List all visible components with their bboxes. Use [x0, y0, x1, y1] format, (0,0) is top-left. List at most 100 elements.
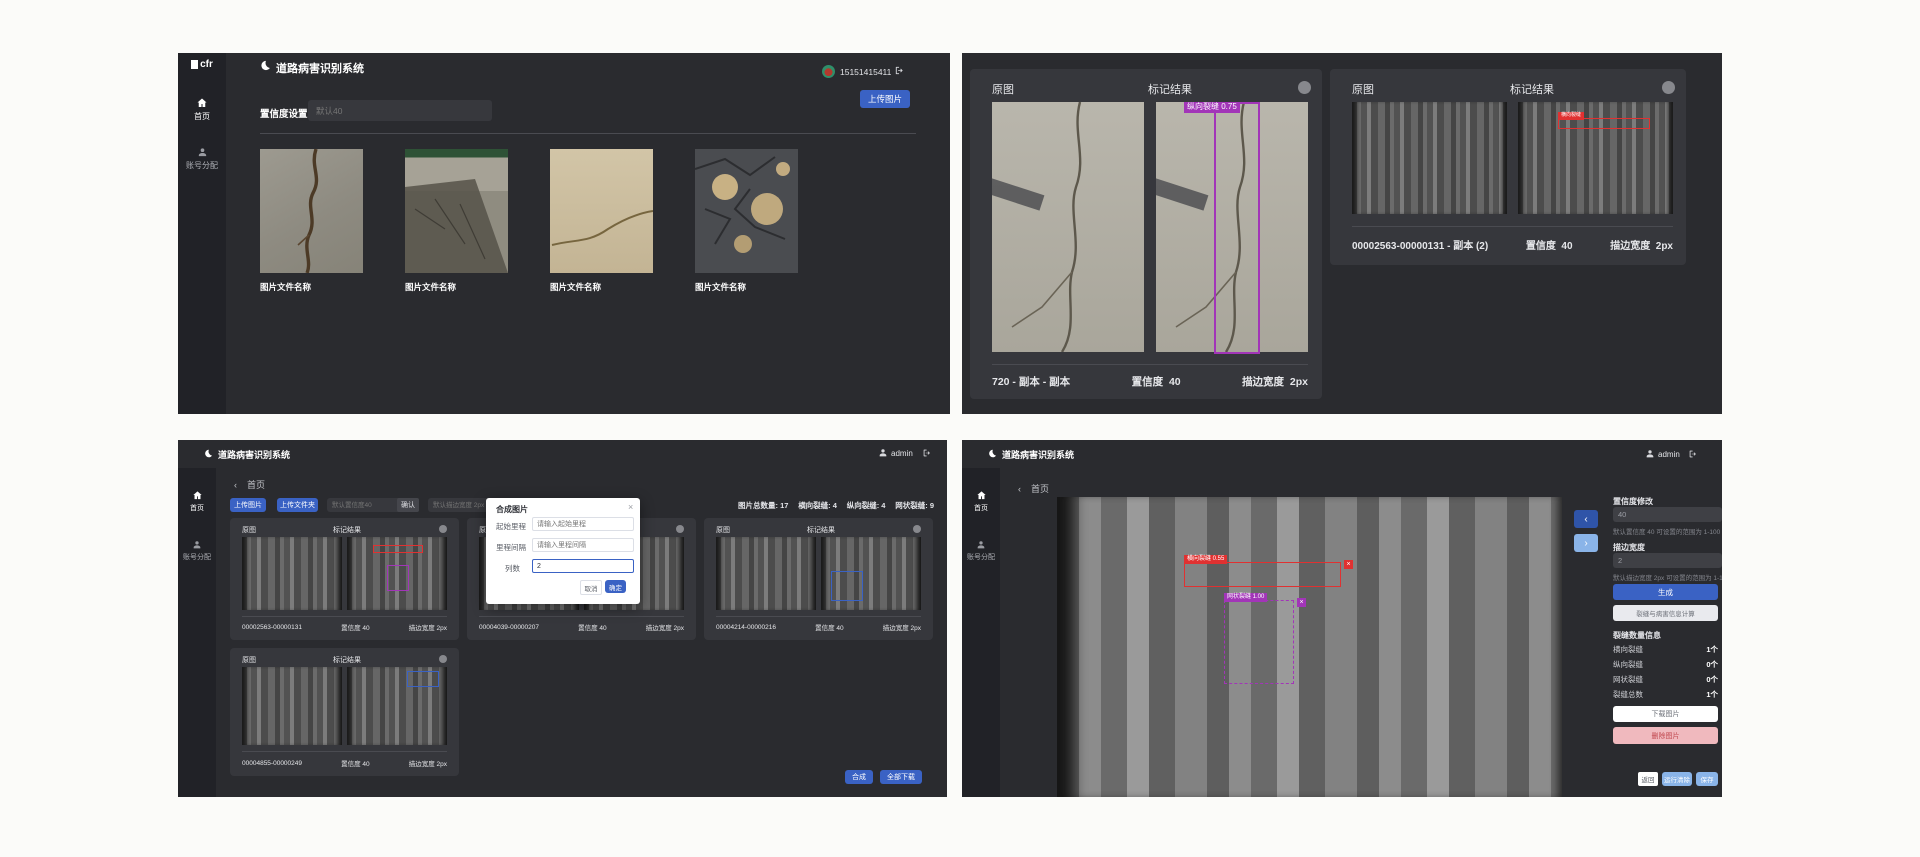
image-name: 00004039-00000207 — [479, 624, 539, 631]
confidence-help-text: 默认置信度 40 可设置的范围为 1-100 — [1613, 526, 1720, 536]
sidebar-item-home[interactable]: 首页 — [178, 97, 226, 122]
visibility-toggle[interactable] — [1662, 81, 1675, 94]
sidebar-item-accounts[interactable]: 账号分配 — [178, 540, 216, 562]
breadcrumb[interactable]: ‹ 首页 — [1018, 482, 1049, 495]
visibility-toggle[interactable] — [1298, 81, 1311, 94]
photo-card[interactable] — [550, 149, 653, 273]
logout-icon[interactable] — [922, 448, 932, 458]
visibility-toggle[interactable] — [439, 525, 447, 533]
photo-card[interactable] — [260, 149, 363, 273]
download-all-button[interactable]: 全部下载 — [880, 770, 922, 784]
page-title: 道路病害识别系统 — [1002, 448, 1074, 461]
marked-image[interactable]: 横向裂缝 — [1518, 102, 1673, 214]
delete-annotation-icon[interactable]: × — [1344, 560, 1353, 569]
upload-image-button[interactable]: 上传图片 — [230, 498, 266, 512]
default-confidence-input[interactable] — [327, 498, 405, 512]
brand-crescent-icon — [988, 448, 997, 459]
sidebar-item-label: 首页 — [190, 503, 204, 513]
delete-image-button[interactable]: 删除图片 — [1613, 727, 1718, 744]
stroke-width-input[interactable] — [1613, 553, 1722, 568]
upload-folder-button[interactable]: 上传文件夹 — [277, 498, 318, 512]
marked-image[interactable]: 纵向裂缝 0.75 — [1156, 102, 1308, 352]
stroke-value: 2px — [911, 625, 921, 632]
annotation-box[interactable] — [407, 671, 439, 687]
breadcrumb[interactable]: ‹ 首页 — [234, 478, 265, 491]
patch-graphic — [405, 149, 508, 273]
upload-image-button[interactable]: 上传图片 — [860, 90, 910, 108]
marked-image[interactable] — [347, 667, 447, 745]
card-divider — [242, 751, 447, 752]
sidebar-item-label: 首页 — [194, 111, 210, 122]
next-image-button[interactable]: › — [1574, 534, 1598, 552]
confidence-label: 置信度 — [341, 761, 361, 768]
photo-caption: 图片文件名称 — [405, 281, 456, 293]
original-image[interactable] — [242, 537, 342, 610]
calculate-info-button[interactable]: 裂缝与病害信息计算 — [1613, 605, 1718, 621]
confidence-meta: 置信度 40 — [1132, 374, 1181, 389]
marked-label: 标记结果 — [1510, 81, 1554, 97]
annotated-image[interactable]: 横向裂缝 0.55 × 网状裂缝 1.00 × — [1057, 497, 1562, 797]
run-clear-button[interactable]: 运行清除 — [1662, 772, 1692, 786]
mileage-interval-input[interactable] — [532, 538, 634, 552]
image-name: 720 - 副本 - 副本 — [992, 374, 1070, 389]
annotation-box-mesh-crack[interactable] — [1224, 600, 1294, 684]
avatar[interactable] — [822, 65, 835, 78]
close-icon[interactable]: × — [628, 502, 633, 512]
photo-card[interactable] — [695, 149, 798, 273]
person-icon — [1645, 449, 1655, 459]
back-button[interactable]: 返回 — [1638, 772, 1658, 786]
annotation-tag: 网状裂缝 1.00 — [1224, 593, 1267, 602]
logout-icon[interactable] — [894, 65, 905, 76]
prev-image-button[interactable]: ‹ — [1574, 510, 1598, 528]
compose-button[interactable]: 合成 — [845, 770, 873, 784]
marked-label: 标记结果 — [333, 525, 361, 535]
modal-title: 合成图片 — [496, 504, 528, 515]
visibility-toggle[interactable] — [439, 655, 447, 663]
confirm-button[interactable]: 确认 — [397, 498, 419, 512]
person-icon — [197, 147, 208, 158]
annotation-box-mesh-crack[interactable] — [387, 565, 409, 591]
sidebar-item-label: 账号分配 — [183, 552, 211, 562]
sidebar: 首页 账号分配 — [178, 468, 216, 797]
save-button[interactable]: 保存 — [1696, 772, 1718, 786]
delete-annotation-icon[interactable]: × — [1297, 598, 1306, 607]
stroke-meta: 描边宽度 2px — [409, 758, 447, 768]
image-name: 00002563-00000131 - 副本 (2) — [1352, 237, 1488, 252]
card-meta-row: 00004855-00000249 置信度 40 描边宽度 2px — [242, 758, 447, 768]
brand-crescent-icon — [260, 59, 271, 72]
annotation-box-transverse-crack[interactable] — [1184, 562, 1341, 587]
start-mileage-input[interactable] — [532, 517, 634, 531]
marked-image[interactable] — [821, 537, 921, 610]
download-image-button[interactable]: 下载图片 — [1613, 706, 1718, 722]
generate-button[interactable]: 生成 — [1613, 584, 1718, 600]
columns-input[interactable] — [532, 559, 634, 573]
sidebar-item-home[interactable]: 首页 — [178, 490, 216, 513]
original-image[interactable] — [242, 667, 342, 745]
confidence-value: 40 — [1561, 241, 1572, 252]
ok-button[interactable]: 确定 — [605, 580, 626, 593]
original-image[interactable] — [992, 102, 1144, 352]
annotation-box-vertical-crack[interactable] — [1214, 102, 1260, 354]
sidebar-item-accounts[interactable]: 账号分配 — [962, 540, 1000, 562]
stroke-value: 2px — [1656, 241, 1673, 252]
person-icon — [192, 540, 202, 550]
marked-image[interactable] — [347, 537, 447, 610]
ok-label: 确定 — [609, 582, 622, 592]
annotation-box-transverse-crack[interactable] — [1558, 118, 1650, 129]
cancel-button[interactable]: 取消 — [580, 580, 602, 595]
sidebar-item-accounts[interactable]: 账号分配 — [178, 147, 226, 171]
stat-label: 图片总数量: — [738, 501, 778, 510]
original-image[interactable] — [1352, 102, 1507, 214]
confidence-input[interactable] — [308, 100, 492, 121]
logout-icon[interactable] — [1688, 449, 1698, 459]
sidebar-item-home[interactable]: 首页 — [962, 490, 1000, 513]
confidence-input[interactable] — [1613, 507, 1722, 522]
annotation-box-transverse-crack[interactable] — [373, 545, 423, 553]
card-divider — [1352, 226, 1673, 227]
confidence-value: 40 — [362, 761, 369, 768]
photo-card[interactable] — [405, 149, 508, 273]
visibility-toggle[interactable] — [913, 525, 921, 533]
annotation-box[interactable] — [831, 571, 863, 601]
visibility-toggle[interactable] — [676, 525, 684, 533]
original-image[interactable] — [716, 537, 816, 610]
